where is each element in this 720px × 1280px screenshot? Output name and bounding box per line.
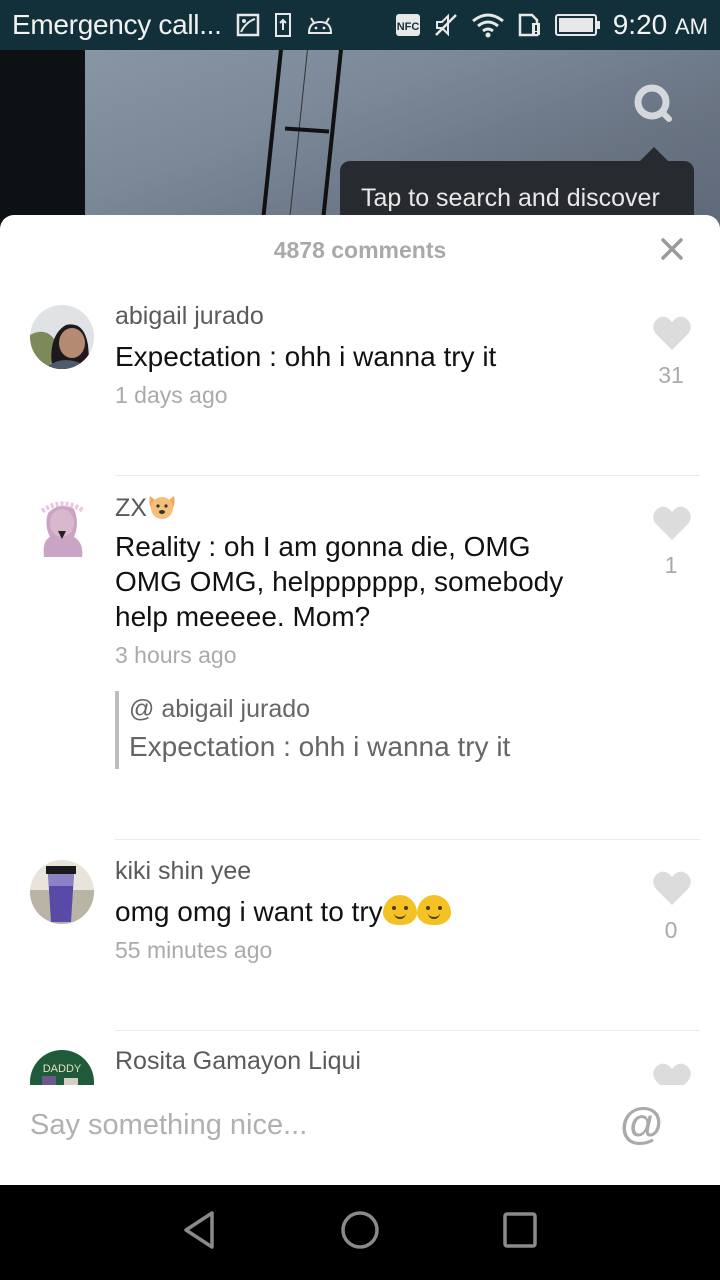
back-button[interactable] <box>180 1210 220 1255</box>
heart-icon <box>652 316 692 355</box>
comment-item: DADDY Rosita Gamayon Liqui <box>0 1030 720 1085</box>
smiling-face-emoji <box>416 895 451 925</box>
sim-alert-icon <box>517 12 543 38</box>
heart-icon <box>652 871 692 910</box>
comment-text: omg omg i want to try <box>115 894 565 929</box>
mention-button[interactable]: @ <box>620 1099 663 1149</box>
comment-author[interactable]: Rosita Gamayon Liqui <box>115 1047 361 1076</box>
like-count: 1 <box>664 552 678 578</box>
author-name: ZX <box>115 494 147 522</box>
image-icon <box>236 13 260 37</box>
comments-count: 4878 comments <box>273 237 447 263</box>
wifi-icon <box>471 12 505 38</box>
search-icon <box>632 82 674 129</box>
comment-time: 1 days ago <box>115 382 228 408</box>
svg-text:NFC: NFC <box>396 21 419 33</box>
comment-item: kiki shin yee omg omg i want to try 55 m… <box>0 840 720 1031</box>
close-icon <box>660 237 684 266</box>
avatar[interactable] <box>30 305 94 369</box>
upload-icon <box>274 12 292 38</box>
like-button[interactable] <box>652 315 692 351</box>
sheet-header: 4878 comments <box>0 215 720 285</box>
status-bar: Emergency call... NFC 9:20 AM <box>0 0 720 50</box>
comment-text-content: omg omg i want to try <box>115 896 383 927</box>
background-shape <box>257 50 284 230</box>
comment-author[interactable]: abigail jurado <box>115 302 264 331</box>
system-nav-bar <box>0 1185 720 1280</box>
battery-icon <box>554 13 601 37</box>
recents-button[interactable] <box>500 1211 540 1254</box>
comment-input[interactable] <box>30 1105 590 1145</box>
comment-item: abigail jurado Expectation : ohh i wanna… <box>0 285 720 476</box>
quoted-text: Expectation : ohh i wanna try it <box>129 731 511 762</box>
recents-icon <box>502 1211 538 1254</box>
close-button[interactable] <box>656 235 688 267</box>
nfc-icon: NFC <box>395 13 421 37</box>
background-shape <box>285 50 309 230</box>
reply-quote: @ abigail jurado Expectation : ohh i wan… <box>115 691 615 769</box>
like-button[interactable] <box>652 1062 692 1085</box>
heart-icon <box>652 506 692 545</box>
mute-icon <box>433 12 459 38</box>
smiling-face-emoji <box>382 895 417 925</box>
clock-ampm: AM <box>675 14 708 39</box>
clock-time: 9:20 <box>612 9 668 40</box>
comment-text: Reality : oh I am gonna die, OMG OMG OMG… <box>115 531 564 632</box>
avatar[interactable] <box>30 860 94 924</box>
background-shape <box>284 126 330 134</box>
comment-time: 55 minutes ago <box>115 937 273 963</box>
tooltip-text: Tap to search and discover <box>361 184 660 212</box>
quoted-author[interactable]: @ abigail jurado <box>129 693 615 725</box>
comment-author[interactable]: kiki shin yee <box>115 857 251 886</box>
comment-text: Expectation : ohh i wanna try it <box>115 341 497 372</box>
comments-sheet: 4878 comments abigail jurado Expectation… <box>0 215 720 1185</box>
comment-list[interactable]: abigail jurado Expectation : ohh i wanna… <box>0 285 720 1085</box>
like-button[interactable] <box>652 870 692 906</box>
like-count: 31 <box>658 362 684 388</box>
avatar[interactable] <box>30 495 94 559</box>
status-notification-title: Emergency call... <box>12 9 222 40</box>
comment-author[interactable]: ZX <box>115 492 177 523</box>
search-button[interactable] <box>630 82 676 128</box>
avatar[interactable]: DADDY <box>30 1050 94 1085</box>
home-icon <box>340 1210 380 1255</box>
like-count: 0 <box>664 917 678 943</box>
like-button[interactable] <box>652 505 692 541</box>
back-icon <box>182 1210 218 1255</box>
svg-text:DADDY: DADDY <box>43 1063 82 1075</box>
dog-face-emoji <box>147 492 177 520</box>
comment-time: 3 hours ago <box>115 642 237 668</box>
comment-input-bar: @ <box>0 1085 720 1185</box>
status-clock: 9:20 AM <box>613 9 708 41</box>
home-button[interactable] <box>340 1210 380 1255</box>
android-icon <box>306 14 334 36</box>
background-shape <box>0 50 85 230</box>
comment-item: ZX Reality : oh I am gonna die, OMG OMG … <box>0 475 720 840</box>
